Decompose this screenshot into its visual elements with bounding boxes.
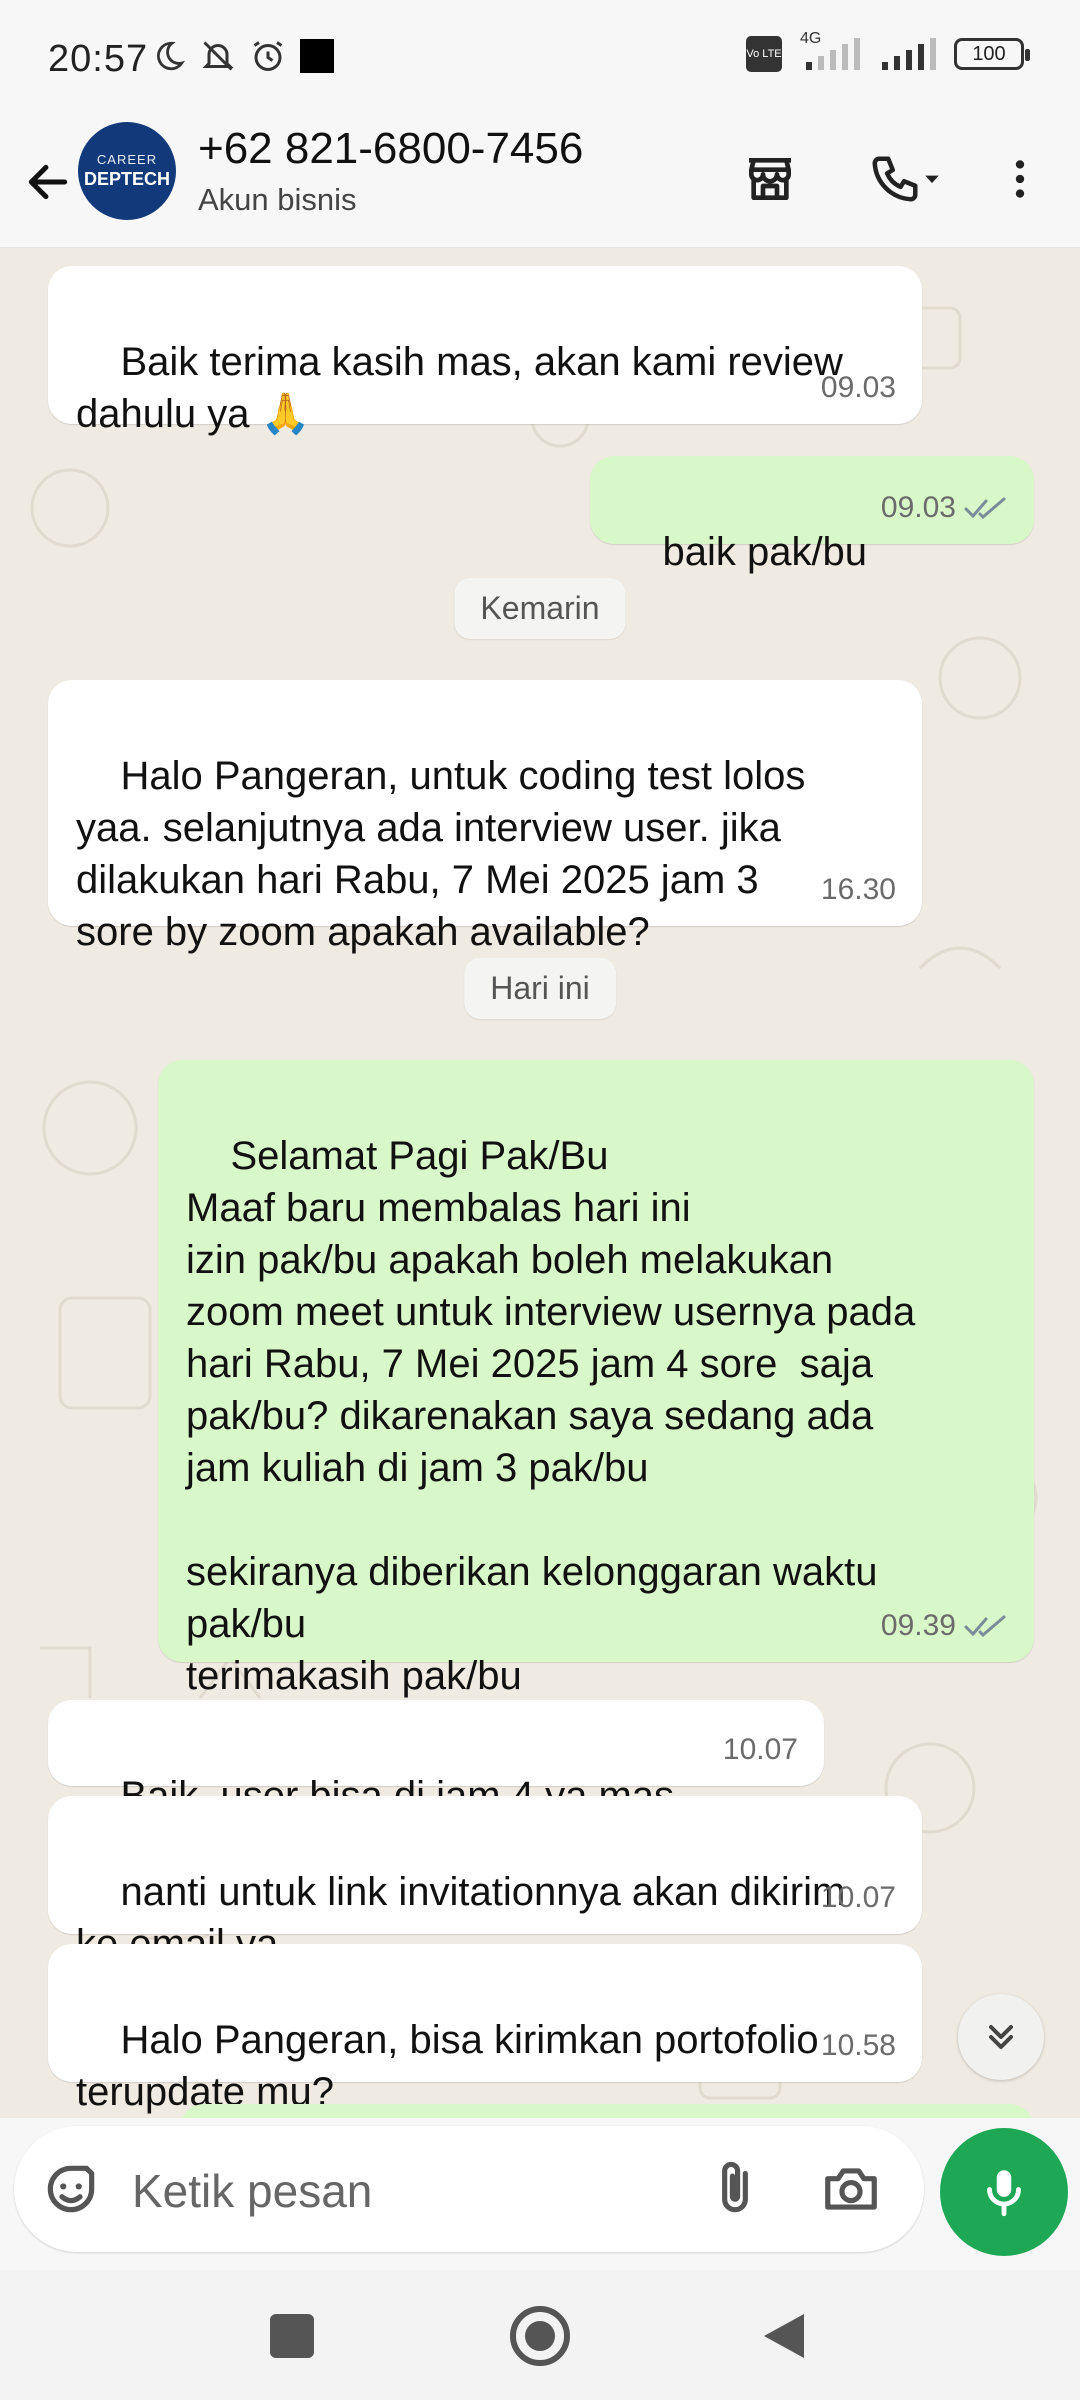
phone-icon — [872, 156, 918, 202]
status-bar: 20:57 Vo LTE 4G 100 — [0, 0, 1080, 120]
message-time: 10.07 — [722, 1733, 798, 1766]
scroll-to-bottom-button[interactable] — [958, 1994, 1044, 2080]
notification-square-icon — [300, 39, 334, 73]
message-text: Baik terima kasih mas, akan kami review … — [76, 340, 843, 436]
message-meta: 09.03 — [881, 482, 1008, 534]
message-bubble-outgoing[interactable]: Selamat Pagi Pak/Bu Maaf baru membalas h… — [158, 1060, 1034, 1698]
microphone-icon — [987, 2170, 1021, 2217]
muted-bell-icon — [202, 41, 234, 71]
caret-down-icon — [925, 175, 939, 184]
double-check-read-icon — [964, 497, 1006, 520]
double-check-read-icon — [964, 1615, 1006, 1638]
moon-icon — [157, 41, 186, 71]
paperclip-icon — [722, 2161, 748, 2213]
arrow-left-icon — [28, 164, 68, 200]
message-meta: 10.07 — [821, 1872, 896, 1924]
message-meta: 10.07 — [723, 1724, 798, 1776]
alarm-icon — [253, 41, 283, 71]
status-icons-right: Vo LTE 4G 100 — [746, 30, 1030, 72]
message-text: Selamat Pagi Pak/Bu Maaf baru membalas h… — [186, 1134, 916, 1698]
signal-icon — [882, 38, 936, 70]
voice-message-button[interactable] — [940, 2128, 1068, 2256]
back-button[interactable] — [18, 152, 78, 212]
chat-header: CAREER DEPTECH +62 821-6800-7456 Akun bi… — [0, 120, 1080, 248]
contact-name[interactable]: +62 821-6800-7456 — [198, 124, 583, 174]
message-input[interactable]: Ketik pesan — [132, 2164, 372, 2218]
sticker-icon — [47, 2165, 95, 2213]
home-button[interactable] — [510, 2306, 570, 2366]
message-time: 09.03 — [880, 491, 956, 524]
status-time: 20:57 — [48, 38, 149, 80]
message-bubble-outgoing[interactable]: baik pak/bu 09.03 — [590, 456, 1034, 574]
chat-area[interactable]: Baik terima kasih mas, akan kami review … — [0, 248, 1080, 2118]
camera-button[interactable] — [820, 2158, 882, 2225]
double-chevron-down-icon — [989, 2025, 1013, 2049]
attach-button[interactable] — [704, 2158, 766, 2225]
message-bubble-incoming[interactable]: Halo Pangeran, bisa kirimkan portofolio … — [48, 1944, 922, 2114]
system-navigation-bar — [0, 2270, 1080, 2400]
message-bubble-incoming[interactable]: Baik, user bisa di jam 4 ya mas 10.07 — [48, 1700, 824, 1818]
more-vertical-icon — [1015, 160, 1025, 198]
message-meta: 16.30 — [821, 864, 896, 916]
status-icons-left — [152, 38, 334, 74]
storefront-icon — [749, 158, 791, 201]
more-options-button[interactable] — [985, 144, 1055, 214]
recent-apps-button[interactable] — [270, 2314, 314, 2358]
message-meta: 09.39 — [881, 1600, 1008, 1652]
message-time: 09.03 — [820, 371, 896, 404]
volte-icon: Vo LTE — [746, 36, 782, 72]
message-text: baik pak/bu — [662, 530, 868, 574]
battery-icon: 100 — [954, 38, 1030, 70]
message-time: 09.39 — [880, 1609, 956, 1642]
date-chip-today: Hari ini — [464, 958, 616, 1019]
catalog-button[interactable] — [735, 144, 805, 214]
avatar[interactable]: CAREER DEPTECH — [78, 122, 176, 220]
camera-icon — [825, 2168, 877, 2210]
sticker-button[interactable] — [40, 2158, 102, 2225]
signal-4g-icon: 4G — [800, 30, 862, 72]
message-bubble-incoming[interactable]: Baik terima kasih mas, akan kami review … — [48, 266, 922, 436]
home-dot-icon — [525, 2321, 555, 2351]
message-time: 10.07 — [820, 1881, 896, 1914]
date-chip-yesterday: Kemarin — [454, 578, 626, 639]
contact-subtitle: Akun bisnis — [198, 182, 357, 217]
message-composer[interactable]: Ketik pesan — [14, 2126, 924, 2252]
message-time: 16.30 — [820, 873, 896, 906]
triangle-back-icon — [764, 2314, 804, 2358]
message-bubble-incoming[interactable]: nanti untuk link invitationnya akan diki… — [48, 1796, 922, 1966]
message-meta: 09.03 — [821, 362, 896, 414]
call-button[interactable] — [855, 144, 955, 214]
message-meta: 10.58 — [821, 2020, 896, 2072]
back-nav-button[interactable] — [760, 2310, 808, 2367]
message-bubble-incoming[interactable]: Halo Pangeran, untuk coding test lolos y… — [48, 680, 922, 954]
message-time: 10.58 — [820, 2029, 896, 2062]
message-bubble-partial — [180, 2104, 1034, 2118]
message-text: Halo Pangeran, untuk coding test lolos y… — [76, 754, 806, 954]
